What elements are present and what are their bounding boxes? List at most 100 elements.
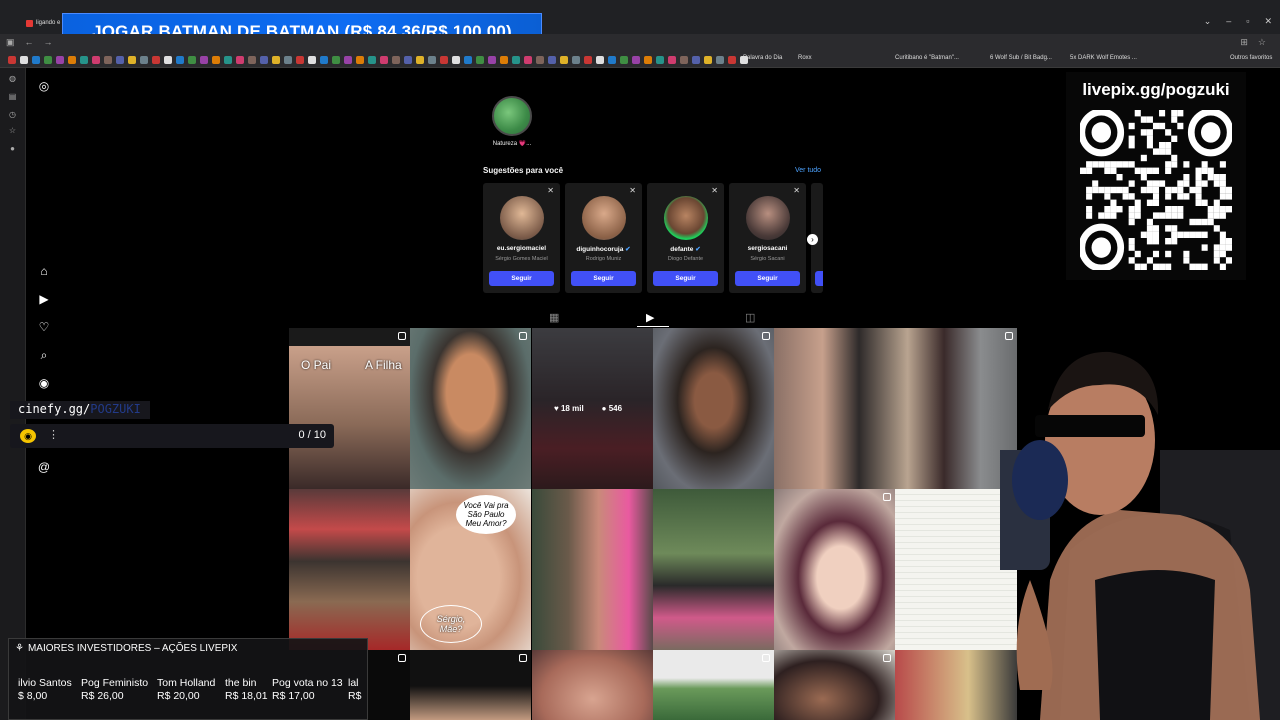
bookmark-favicon-icon[interactable]	[428, 56, 436, 64]
bookmark-favicon-icon[interactable]	[620, 56, 628, 64]
follow-button[interactable]: Seguir	[571, 271, 636, 286]
bookmark-favicon-icon[interactable]	[284, 56, 292, 64]
bookmark-favicon-icon[interactable]	[92, 56, 100, 64]
reel-thumbnail[interactable]	[653, 650, 774, 720]
follow-button[interactable]: Seguir	[653, 271, 718, 286]
bookmark-favicon-icon[interactable]	[164, 56, 172, 64]
threads-icon[interactable]: @	[37, 460, 51, 474]
bookmark-favicon-icon[interactable]	[32, 56, 40, 64]
next-suggestions-icon[interactable]: ›	[807, 234, 818, 245]
reel-thumbnail[interactable]	[774, 489, 895, 650]
bookmark-favicon-icon[interactable]	[452, 56, 460, 64]
bookmark-favicon-icon[interactable]	[8, 56, 16, 64]
bookmark-favicon-icon[interactable]	[476, 56, 484, 64]
bookmark-favicon-icon[interactable]	[704, 56, 712, 64]
dismiss-icon[interactable]: ✕	[793, 186, 800, 195]
reel-thumbnail[interactable]	[653, 328, 774, 489]
bookmark-favicon-icon[interactable]	[332, 56, 340, 64]
bookmark-favicon-icon[interactable]	[488, 56, 496, 64]
bookmark-favicon-icon[interactable]	[236, 56, 244, 64]
bookmark-favicon-icon[interactable]	[152, 56, 160, 64]
reel-thumbnail[interactable]: ♥ 18 mil ● 546	[532, 328, 653, 489]
avatar[interactable]	[664, 196, 708, 240]
reel-thumbnail[interactable]	[410, 650, 531, 720]
bookmark-favicon-icon[interactable]	[536, 56, 544, 64]
bookmark-item[interactable]: Roxx	[798, 55, 812, 61]
bookmark-favicon-icon[interactable]	[380, 56, 388, 64]
bookmark-favicon-icon[interactable]	[608, 56, 616, 64]
bookmark-favicon-icon[interactable]	[728, 56, 736, 64]
bookmark-favicon-icon[interactable]	[296, 56, 304, 64]
bookmark-favicon-icon[interactable]	[80, 56, 88, 64]
bookmark-favicon-icon[interactable]	[524, 56, 532, 64]
reel-thumbnail[interactable]	[532, 489, 653, 650]
avatar[interactable]	[582, 196, 626, 240]
dismiss-icon[interactable]: ✕	[629, 186, 636, 195]
avatar[interactable]	[746, 196, 790, 240]
explore-icon[interactable]: ◉	[37, 376, 51, 390]
bookmark-favicon-icon[interactable]	[308, 56, 316, 64]
tabs-icon[interactable]: ▤	[8, 92, 17, 101]
dismiss-icon[interactable]: ✕	[547, 186, 554, 195]
bookmark-favicon-icon[interactable]	[104, 56, 112, 64]
dismiss-icon[interactable]: ✕	[711, 186, 718, 195]
bookmark-star-icon[interactable]: ☆	[1258, 37, 1266, 48]
reel-thumbnail[interactable]: Você Vai pra São Paulo Meu Amor? Sérgio,…	[410, 489, 531, 650]
bookmark-favicon-icon[interactable]	[512, 56, 520, 64]
story-highlight[interactable]: Natureza 💗...	[491, 96, 533, 147]
bookmark-item[interactable]: Palavra do Dia	[743, 55, 782, 61]
bookmark-favicon-icon[interactable]	[632, 56, 640, 64]
sidebar-toggle-icon[interactable]: ▣	[6, 37, 15, 48]
reel-thumbnail[interactable]	[895, 489, 1017, 650]
bookmark-favicon-icon[interactable]	[572, 56, 580, 64]
history-icon[interactable]: ◷	[8, 110, 17, 119]
tab-tagged-icon[interactable]: ◫	[745, 311, 755, 324]
bookmark-favicon-icon[interactable]	[188, 56, 196, 64]
bookmark-favicon-icon[interactable]	[680, 56, 688, 64]
bookmark-favicon-icon[interactable]	[344, 56, 352, 64]
reel-thumbnail[interactable]: O Pai A Filha	[289, 328, 410, 489]
suggestion-username[interactable]: eu.sergiomaciel	[483, 245, 560, 252]
reel-thumbnail[interactable]	[532, 650, 653, 720]
bookmark-favicon-icon[interactable]	[272, 56, 280, 64]
minimize-icon[interactable]: –	[1226, 16, 1231, 27]
bookmark-favicon-icon[interactable]	[176, 56, 184, 64]
reel-thumbnail[interactable]	[895, 650, 1017, 720]
bookmark-favicon-icon[interactable]	[596, 56, 604, 64]
favorites-icon[interactable]: ☆	[8, 126, 17, 135]
see-all-link[interactable]: Ver tudo	[795, 167, 821, 174]
bookmark-favicon-icon[interactable]	[404, 56, 412, 64]
suggestion-username[interactable]: sergiosacani	[729, 245, 806, 252]
bookmark-favicon-icon[interactable]	[68, 56, 76, 64]
bookmark-item[interactable]: 5x DARK Wolf Emotes ...	[1070, 55, 1137, 61]
bookmark-favicon-icon[interactable]	[116, 56, 124, 64]
notifications-icon[interactable]: ♡	[37, 320, 51, 334]
bookmark-favicon-icon[interactable]	[44, 56, 52, 64]
bookmark-favicon-icon[interactable]	[56, 56, 64, 64]
follow-button[interactable]: Seguir	[735, 271, 800, 286]
suggestion-username[interactable]: defante ✔	[647, 245, 724, 253]
bookmark-favicon-icon[interactable]	[320, 56, 328, 64]
maximize-icon[interactable]: ▫	[1246, 16, 1249, 27]
follow-button-partial[interactable]	[815, 271, 823, 286]
tab-posts-grid-icon[interactable]: ▦	[549, 311, 559, 324]
extension-app-icon[interactable]: ●	[8, 144, 17, 153]
bookmark-favicon-icon[interactable]	[656, 56, 664, 64]
bookmark-favicon-icon[interactable]	[548, 56, 556, 64]
reel-thumbnail[interactable]	[410, 328, 531, 489]
extension-icon[interactable]: ⊞	[1240, 37, 1248, 48]
tab-list-icon[interactable]: ⌄	[1204, 16, 1212, 27]
other-bookmarks[interactable]: Outros favoritos	[1230, 55, 1272, 61]
bookmark-favicon-icon[interactable]	[500, 56, 508, 64]
bookmark-favicon-icon[interactable]	[644, 56, 652, 64]
reel-thumbnail[interactable]	[774, 650, 895, 720]
bookmark-favicon-icon[interactable]	[248, 56, 256, 64]
bookmark-favicon-icon[interactable]	[440, 56, 448, 64]
chat-input-bar[interactable]: ◉ ⋮ 0 / 10	[10, 424, 334, 448]
bookmark-favicon-icon[interactable]	[716, 56, 724, 64]
bookmark-favicon-icon[interactable]	[200, 56, 208, 64]
follow-button[interactable]: Seguir	[489, 271, 554, 286]
bookmark-favicon-icon[interactable]	[212, 56, 220, 64]
back-icon[interactable]: ←	[25, 37, 34, 48]
bookmark-favicon-icon[interactable]	[560, 56, 568, 64]
